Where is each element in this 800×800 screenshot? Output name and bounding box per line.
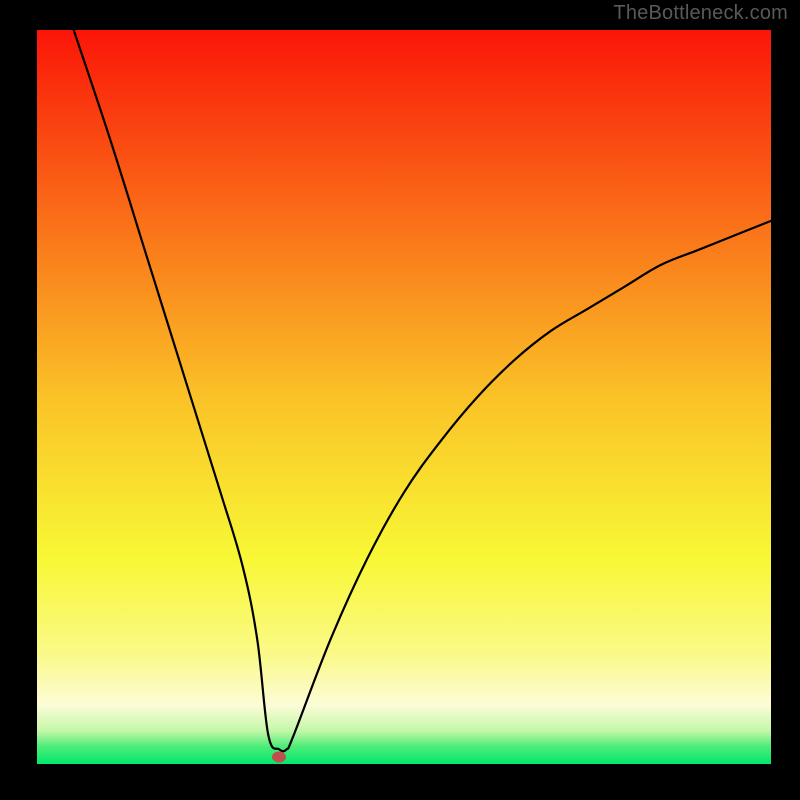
plot-clip (37, 30, 771, 764)
chart-frame: TheBottleneck.com (0, 0, 800, 800)
bottleneck-curve (37, 30, 771, 764)
watermark-text: TheBottleneck.com (613, 2, 788, 25)
minimum-marker (272, 751, 286, 762)
plot-area (37, 30, 771, 764)
